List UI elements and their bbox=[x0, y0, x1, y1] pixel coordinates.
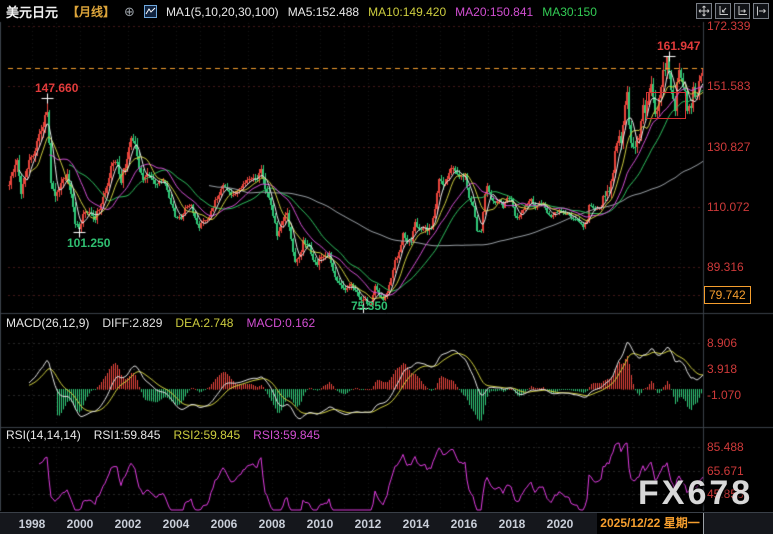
timeframe-label[interactable]: 【月线】 bbox=[67, 3, 115, 20]
year-tick-label: 2014 bbox=[399, 517, 433, 531]
expand-axis-icon bbox=[736, 5, 748, 17]
rsi2-value: RSI2:59.845 bbox=[173, 428, 240, 442]
macd-dea-value: DEA:2.748 bbox=[175, 316, 233, 330]
pan-tool-button[interactable] bbox=[696, 3, 712, 19]
price-annotation: 161.947 bbox=[657, 39, 700, 53]
shift-right-button[interactable] bbox=[753, 3, 769, 19]
selection-rectangle bbox=[646, 92, 686, 119]
chart-app: 美元日元 【月线】 ⊕ MA1(5,10,20,30,100) MA5:152.… bbox=[0, 0, 773, 534]
price-axis-label: 151.583 bbox=[707, 79, 750, 93]
year-tick-label: 1998 bbox=[15, 517, 49, 531]
chart-toolbar bbox=[696, 3, 769, 19]
year-tick-label: 2002 bbox=[111, 517, 145, 531]
rsi-title: RSI(14,14,14) bbox=[6, 428, 81, 442]
chart-canvas[interactable] bbox=[0, 0, 773, 534]
axis-separator bbox=[703, 513, 704, 534]
compress-scale-button[interactable] bbox=[715, 3, 731, 19]
ma20-value: MA20:150.841 bbox=[455, 5, 533, 19]
ma30-value: MA30:150 bbox=[542, 5, 597, 19]
current-date-label: 2025/12/22 星期一 bbox=[597, 513, 703, 534]
ma5-value: MA5:152.488 bbox=[288, 5, 359, 19]
macd-diff-value: DIFF:2.829 bbox=[102, 316, 162, 330]
year-tick-label: 2018 bbox=[495, 517, 529, 531]
rsi-axis-label: 85.488 bbox=[707, 440, 744, 454]
macd-title: MACD(26,12,9) bbox=[6, 316, 89, 330]
expand-scale-button[interactable] bbox=[734, 3, 750, 19]
ma10-value: MA10:149.420 bbox=[368, 5, 446, 19]
price-axis-label: 130.827 bbox=[707, 140, 750, 154]
shift-right-icon bbox=[755, 5, 767, 17]
year-tick-label: 2008 bbox=[255, 517, 289, 531]
rsi1-value: RSI1:59.845 bbox=[94, 428, 161, 442]
price-axis-label: 110.072 bbox=[707, 200, 750, 214]
year-tick-label: 2010 bbox=[303, 517, 337, 531]
year-tick-label: 2000 bbox=[63, 517, 97, 531]
macd-axis-label: 3.918 bbox=[707, 362, 737, 376]
add-indicator-icon[interactable]: ⊕ bbox=[124, 4, 135, 20]
year-tick-label: 2006 bbox=[207, 517, 241, 531]
price-annotation: 101.250 bbox=[67, 236, 110, 250]
year-tick-label: 2012 bbox=[351, 517, 385, 531]
symbol-label: 美元日元 bbox=[6, 2, 58, 21]
chart-header: 美元日元 【月线】 ⊕ MA1(5,10,20,30,100) MA5:152.… bbox=[6, 3, 597, 20]
time-axis: 1998 2000 2002 2004 2006 2008 2010 2012 … bbox=[0, 512, 773, 534]
year-tick-label: 2004 bbox=[159, 517, 193, 531]
price-axis-label: 172.339 bbox=[707, 19, 750, 33]
watermark: FX678 bbox=[638, 474, 753, 513]
year-tick-label: 2020 bbox=[543, 517, 577, 531]
price-axis-label: 89.316 bbox=[707, 260, 744, 274]
macd-header: MACD(26,12,9) DIFF:2.829 DEA:2.748 MACD:… bbox=[6, 316, 315, 330]
compress-axis-icon bbox=[717, 5, 729, 17]
price-annotation: 75.350 bbox=[351, 299, 388, 313]
price-annotation: 147.660 bbox=[35, 81, 78, 95]
macd-axis-label: -1.070 bbox=[707, 388, 741, 402]
line-chart-icon[interactable] bbox=[144, 5, 157, 18]
rsi3-value: RSI3:59.845 bbox=[253, 428, 320, 442]
macd-macd-value: MACD:0.162 bbox=[246, 316, 315, 330]
year-tick-label: 2016 bbox=[447, 517, 481, 531]
ma-settings-label: MA1(5,10,20,30,100) bbox=[166, 5, 279, 19]
price-axis-boxed-label: 79.742 bbox=[704, 286, 751, 304]
rsi-header: RSI(14,14,14) RSI1:59.845 RSI2:59.845 RS… bbox=[6, 428, 320, 442]
macd-axis-label: 8.906 bbox=[707, 336, 737, 350]
pan-icon bbox=[698, 5, 710, 17]
